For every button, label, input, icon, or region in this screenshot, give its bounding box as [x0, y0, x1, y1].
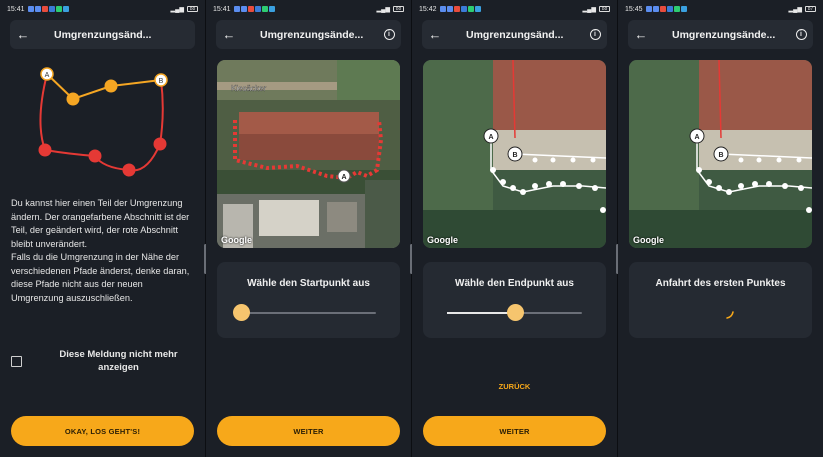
- notification-icons: [233, 6, 275, 12]
- status-bar: 15:41 ▂▄▆ 88: [206, 0, 411, 18]
- notification-icons: [645, 6, 687, 12]
- battery-icon: 88: [393, 6, 404, 12]
- point-selection-card: Wähle den Startpunkt aus: [217, 262, 400, 338]
- diagram-label-a: A: [45, 72, 50, 79]
- diagram-label-b: B: [159, 78, 164, 85]
- dont-show-again-checkbox[interactable]: [11, 355, 22, 367]
- status-bar: 15:41 ▂▄▆ 88: [0, 0, 205, 18]
- diagram-red-point: [88, 149, 102, 163]
- notification-icons: [439, 6, 481, 12]
- screen-intro: 15:41 ▂▄▆ 88 ← Umgrenzungsänd... A B Du k…: [0, 0, 205, 457]
- dont-show-again-label: Diese Meldung nicht mehr anzeigen: [59, 349, 178, 373]
- back-arrow-icon[interactable]: ←: [216, 20, 242, 49]
- start-point-slider[interactable]: [233, 304, 376, 321]
- google-logo: Google: [427, 235, 458, 245]
- page-title: Umgrenzungsänd...: [54, 28, 152, 41]
- screen-start-point: 15:41 ▂▄▆ 88 ← Umgrenzungsände... i A Kie…: [206, 0, 411, 457]
- screen-approach: 15:45 ▂▄▆87 ← Umgrenzungsände... i A B: [618, 0, 823, 457]
- status-time: 15:42: [419, 5, 437, 13]
- next-button[interactable]: WEITER: [217, 416, 400, 446]
- point-selection-card: Wähle den Endpunkt aus: [423, 262, 606, 338]
- info-icon[interactable]: i: [789, 20, 813, 49]
- app-bar: ← Umgrenzungsände... i: [628, 20, 813, 49]
- status-bar: 15:45 ▂▄▆ 87: [618, 0, 823, 18]
- google-logo: Google: [221, 235, 252, 245]
- app-bar: ← Umgrenzungsände... i: [216, 20, 401, 49]
- signal-icon: ▂▄▆: [376, 6, 390, 13]
- status-time: 15:41: [7, 5, 25, 13]
- loading-spinner-icon: [726, 311, 734, 319]
- approach-card: Anfahrt des ersten Punktes: [629, 262, 812, 338]
- status-right: ▂▄▆ 88: [171, 6, 198, 13]
- battery-icon: 88: [599, 6, 610, 12]
- page-title: Umgrenzungsänd...: [466, 28, 564, 41]
- boundary-diagram: A B: [38, 67, 168, 177]
- signal-icon: ▂▄▆: [170, 6, 184, 13]
- slider-fill: [447, 312, 515, 314]
- back-arrow-icon[interactable]: ←: [422, 20, 448, 49]
- info-icon[interactable]: i: [583, 20, 607, 49]
- status-right: ▂▄▆ 87: [789, 6, 816, 13]
- next-button[interactable]: WEITER: [423, 416, 606, 446]
- diagram-orange-point: [66, 92, 80, 106]
- marker-a-label: A: [488, 134, 493, 141]
- google-logo: Google: [633, 235, 664, 245]
- dont-show-again-row[interactable]: Diese Meldung nicht mehr anzeigen: [11, 348, 197, 374]
- diagram-red-point: [153, 137, 167, 151]
- back-arrow-icon[interactable]: ←: [628, 20, 654, 49]
- marker-b-label: B: [512, 152, 517, 159]
- page-title: Umgrenzungsände...: [672, 28, 776, 41]
- signal-icon: ▂▄▆: [788, 6, 802, 13]
- map-place-label: Kiesäcker: [231, 84, 266, 93]
- satellite-map-zoomed[interactable]: A B Google: [629, 60, 812, 248]
- diagram-orange-point: [104, 79, 118, 93]
- signal-icon: ▂▄▆: [582, 6, 596, 13]
- battery-icon: 87: [805, 6, 816, 12]
- status-time: 15:41: [213, 5, 231, 13]
- page-title: Umgrenzungsände...: [260, 28, 364, 41]
- card-title: Wähle den Endpunkt aus: [455, 278, 574, 289]
- satellite-map[interactable]: A Kiesäcker Google: [217, 60, 400, 248]
- card-title: Wähle den Startpunkt aus: [247, 278, 370, 289]
- screen-end-point: 15:42 ▂▄▆88 ← Umgrenzungsänd... i A B G: [412, 0, 617, 457]
- notification-icons: [27, 6, 69, 12]
- status-bar: 15:42 ▂▄▆ 88: [412, 0, 617, 18]
- app-bar: ← Umgrenzungsänd...: [10, 20, 195, 49]
- app-bar: ← Umgrenzungsänd... i: [422, 20, 607, 49]
- status-right: ▂▄▆ 88: [377, 6, 404, 13]
- satellite-map-zoomed[interactable]: A B Google: [423, 60, 606, 248]
- marker-a-label: A: [694, 134, 699, 141]
- diagram-red-point: [38, 143, 52, 157]
- end-point-slider[interactable]: [447, 304, 582, 321]
- slider-thumb[interactable]: [506, 304, 524, 321]
- card-title: Anfahrt des ersten Punktes: [655, 278, 786, 289]
- back-arrow-icon[interactable]: ←: [10, 20, 36, 49]
- slider-thumb[interactable]: [233, 304, 250, 321]
- info-icon[interactable]: i: [377, 20, 401, 49]
- status-time: 15:45: [625, 5, 643, 13]
- intro-text: Du kannst hier einen Teil der Umgrenzung…: [11, 198, 190, 303]
- marker-b-label: B: [718, 152, 723, 159]
- battery-icon: 88: [187, 6, 198, 12]
- back-link[interactable]: ZURÜCK: [412, 382, 617, 391]
- diagram-red-point: [122, 163, 136, 177]
- start-button[interactable]: OKAY, LOS GEHT'S!: [11, 416, 194, 446]
- start-marker-label: A: [341, 174, 346, 181]
- status-right: ▂▄▆ 88: [583, 6, 610, 13]
